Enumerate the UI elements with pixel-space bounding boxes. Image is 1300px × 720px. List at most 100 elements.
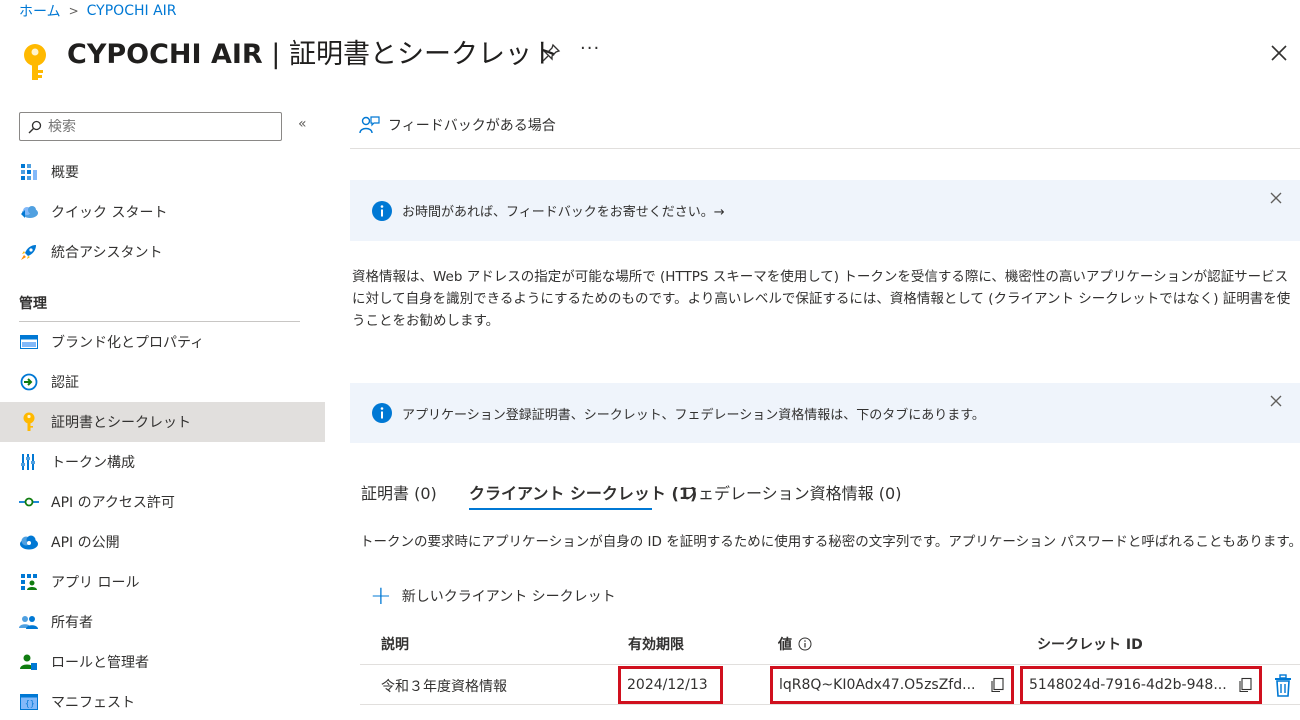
- active-tab-indicator: [469, 508, 652, 510]
- column-header-value-label: 値: [778, 637, 792, 653]
- sidebar-item-label: トークン構成: [51, 455, 135, 471]
- breadcrumb: ホーム > CYPOCHI AIR: [19, 1, 177, 21]
- overview-icon: [19, 162, 39, 182]
- secret-value: lqR8Q~KI0Adx47.O5zsZfd...: [779, 677, 976, 693]
- sidebar-item-quickstart[interactable]: クイック スタート: [0, 192, 325, 232]
- command-bar-divider: [350, 148, 1300, 149]
- key-icon: [19, 412, 39, 432]
- sidebar-item-label: クイック スタート: [51, 205, 168, 221]
- more-options-icon[interactable]: ···: [580, 38, 600, 59]
- page-header: CYPOCHI AIR | 証明書とシークレット ···: [0, 28, 1300, 86]
- sidebar-item-certificates-secrets[interactable]: 証明書とシークレット: [0, 402, 325, 442]
- column-header-expires: 有効期限: [628, 637, 684, 653]
- roles-admins-icon: [19, 652, 39, 672]
- info-icon: [372, 200, 392, 221]
- sidebar-item-overview[interactable]: 概要: [0, 152, 325, 192]
- expose-api-icon: [19, 532, 39, 552]
- new-client-secret-label: 新しいクライアント シークレット: [401, 589, 616, 605]
- breadcrumb-home-link[interactable]: ホーム: [19, 1, 61, 21]
- copy-icon[interactable]: [989, 677, 1005, 693]
- secret-description: 令和３年度資格情報: [381, 679, 507, 695]
- info-outline-icon[interactable]: [798, 637, 812, 651]
- collapse-sidebar-icon[interactable]: «: [298, 116, 307, 132]
- feedback-label: フィードバックがある場合: [388, 118, 556, 134]
- search-input[interactable]: [48, 118, 268, 135]
- secret-id-highlight: 5148024d-7916-4d2b-948...: [1020, 666, 1262, 704]
- sidebar-item-token-config[interactable]: トークン構成: [0, 442, 325, 482]
- column-header-description: 説明: [381, 637, 409, 653]
- page-title: CYPOCHI AIR | 証明書とシークレット: [67, 32, 559, 71]
- sidebar-item-manifest[interactable]: {} マニフェスト: [0, 682, 325, 720]
- expires-highlight: 2024/12/13: [618, 666, 723, 704]
- column-header-value: 値: [778, 634, 812, 654]
- sidebar-item-label: 認証: [51, 375, 79, 391]
- page-title-section: 証明書とシークレット: [288, 39, 559, 70]
- sidebar-item-label: API の公開: [51, 535, 120, 551]
- copy-icon[interactable]: [1237, 677, 1253, 693]
- breadcrumb-separator: >: [68, 4, 79, 18]
- sidebar-item-api-permissions[interactable]: API のアクセス許可: [0, 482, 325, 522]
- sidebar-item-app-roles[interactable]: アプリ ロール: [0, 562, 325, 602]
- sidebar-item-label: 証明書とシークレット: [51, 415, 191, 431]
- client-secret-description: トークンの要求時にアプリケーションが自身の ID を証明するために使用する秘密の…: [360, 534, 1300, 550]
- header-divider: [360, 664, 1300, 665]
- delete-icon[interactable]: [1272, 674, 1294, 698]
- new-client-secret-button[interactable]: + 新しいクライアント シークレット: [370, 581, 616, 611]
- close-banner-icon[interactable]: [1270, 395, 1282, 407]
- value-highlight: lqR8Q~KI0Adx47.O5zsZfd...: [770, 666, 1014, 704]
- owners-icon: [19, 612, 39, 632]
- sidebar-item-branding[interactable]: ブランド化とプロパティ: [0, 322, 325, 362]
- page-title-separator: |: [262, 39, 289, 70]
- svg-text:{}: {}: [25, 699, 35, 708]
- sidebar-item-expose-api[interactable]: API の公開: [0, 522, 325, 562]
- breadcrumb-app-link[interactable]: CYPOCHI AIR: [87, 3, 177, 19]
- tabs-info-banner: アプリケーション登録証明書、シークレット、フェデレーション資格情報は、下のタブに…: [350, 383, 1300, 443]
- sidebar-item-label: 統合アシスタント: [51, 245, 163, 261]
- tab-client-secrets[interactable]: クライアント シークレット (1): [469, 480, 697, 504]
- close-banner-icon[interactable]: [1270, 192, 1282, 204]
- sidebar-item-integration-assistant[interactable]: 統合アシスタント: [0, 232, 325, 272]
- secret-id: 5148024d-7916-4d2b-948...: [1029, 677, 1227, 693]
- manifest-icon: {}: [19, 692, 39, 712]
- feedback-banner: お時間があれば、フィードバックをお寄せください。→: [350, 180, 1300, 241]
- sidebar-item-label: API のアクセス許可: [51, 495, 175, 511]
- tabs-info-banner-text: アプリケーション登録証明書、シークレット、フェデレーション資格情報は、下のタブに…: [402, 407, 985, 423]
- api-permissions-icon: [19, 492, 39, 512]
- row-divider: [360, 704, 1300, 705]
- feedback-icon: [359, 116, 380, 134]
- pin-icon[interactable]: [540, 42, 562, 64]
- key-icon: [24, 44, 46, 80]
- credential-tabs: 証明書 (0) クライアント シークレット (1) フェデレーション資格情報 (…: [350, 472, 1300, 512]
- credentials-description: 資格情報は、Web アドレスの指定が可能な場所で (HTTPS スキーマを使用し…: [352, 269, 1291, 329]
- add-icon: +: [370, 581, 392, 611]
- sidebar-item-label: ブランド化とプロパティ: [51, 335, 205, 351]
- tab-certificates[interactable]: 証明書 (0): [361, 480, 437, 504]
- sidebar-search[interactable]: [19, 112, 282, 141]
- sidebar-item-label: 所有者: [51, 615, 93, 631]
- feedback-banner-text[interactable]: お時間があれば、フィードバックをお寄せください。→: [402, 201, 725, 220]
- sidebar-item-label: マニフェスト: [51, 695, 135, 711]
- sidebar-item-authentication[interactable]: 認証: [0, 362, 325, 402]
- sidebar-item-owners[interactable]: 所有者: [0, 602, 325, 642]
- close-icon[interactable]: [1268, 42, 1290, 64]
- info-icon: [372, 403, 392, 423]
- tab-federated-credentials[interactable]: フェデレーション資格情報 (0): [682, 480, 901, 504]
- quickstart-cloud-icon: [19, 202, 39, 222]
- sidebar-item-roles-admins[interactable]: ロールと管理者: [0, 642, 325, 682]
- search-icon: [28, 120, 42, 133]
- rocket-icon: [19, 242, 39, 262]
- main-content: フィードバックがある場合 お時間があれば、フィードバックをお寄せください。→ 資…: [350, 100, 1300, 720]
- token-config-icon: [19, 452, 39, 472]
- sidebar-item-label: アプリ ロール: [51, 575, 140, 591]
- sidebar: « 概要 クイック スタート 統合アシスタント 管理 ブランド化とプロパティ 認…: [0, 100, 325, 720]
- column-header-secret-id: シークレット ID: [1037, 637, 1143, 653]
- page-title-app: CYPOCHI AIR: [67, 39, 263, 70]
- secret-expires: 2024/12/13: [627, 677, 708, 693]
- feedback-button[interactable]: フィードバックがある場合: [358, 114, 556, 136]
- sidebar-section-manage: 管理: [19, 296, 47, 312]
- authentication-icon: [19, 372, 39, 392]
- sidebar-item-label: 概要: [51, 165, 79, 181]
- app-roles-icon: [19, 572, 39, 592]
- sidebar-item-label: ロールと管理者: [51, 655, 149, 671]
- branding-icon: [19, 332, 39, 352]
